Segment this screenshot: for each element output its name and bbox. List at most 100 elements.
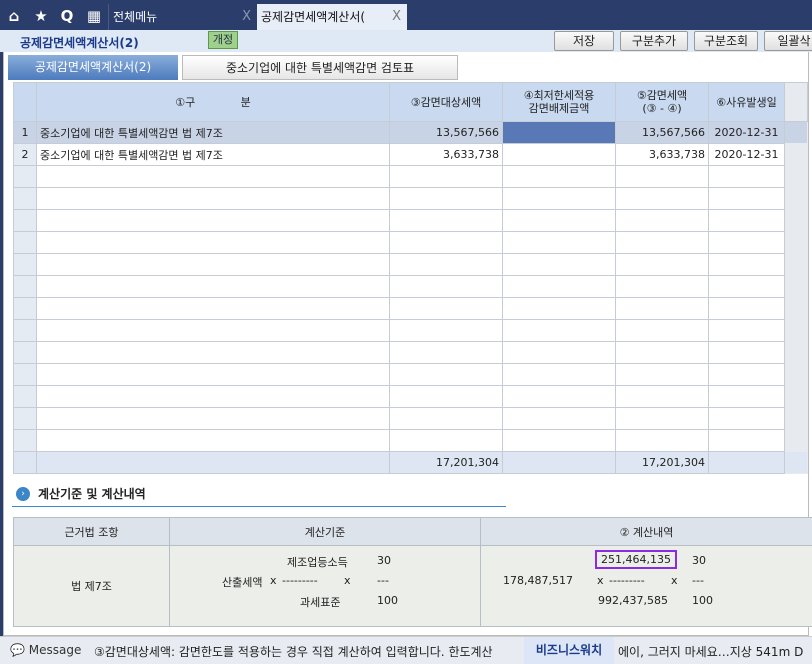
cell-target[interactable] [389,253,503,276]
cell-date[interactable] [708,231,785,254]
cell-category[interactable] [36,407,390,430]
cell-excluded[interactable] [502,187,616,210]
cell-rownum[interactable] [13,385,37,408]
cell-category[interactable] [36,187,390,210]
cell-rownum[interactable] [13,407,37,430]
detail-numerator[interactable]: 251,464,135 [595,550,677,569]
cell-rownum[interactable]: 2 [13,143,37,166]
cell-reduction[interactable] [615,209,709,232]
table-row[interactable] [13,187,808,210]
cell-excluded[interactable] [502,319,616,342]
cell-rownum[interactable] [13,297,37,320]
cell-excluded[interactable] [502,253,616,276]
close-icon[interactable]: X [392,4,401,30]
add-category-button[interactable]: 구분추가 [620,31,688,51]
cell-date[interactable]: 2020-12-31 [708,121,785,144]
table-row[interactable] [13,231,808,254]
table-row[interactable] [13,275,808,298]
cell-rownum[interactable] [13,341,37,364]
cell-reduction[interactable] [615,385,709,408]
cell-reduction[interactable] [615,319,709,342]
cell-date[interactable] [708,341,785,364]
cell-excluded[interactable] [502,297,616,320]
cell-date[interactable] [708,187,785,210]
cell-target[interactable] [389,231,503,254]
cell-date[interactable] [708,407,785,430]
star-icon[interactable]: ★ [31,6,51,26]
cell-date[interactable]: 2020-12-31 [708,143,785,166]
tab-sme-review[interactable]: 중소기업에 대한 특별세액감면 검토표 [182,55,458,80]
table-row[interactable] [13,407,808,430]
cell-excluded[interactable] [502,209,616,232]
cell-date[interactable] [708,363,785,386]
cell-target[interactable] [389,363,503,386]
cell-rownum[interactable] [13,165,37,188]
cell-rownum[interactable]: 1 [13,121,37,144]
cell-category[interactable] [36,319,390,342]
cell-reduction[interactable] [615,253,709,276]
cell-category[interactable]: 중소기업에 대한 특별세액감면 법 제7조 [36,143,390,166]
message-button[interactable]: 💬 Message [10,643,81,657]
cell-target[interactable] [389,297,503,320]
cell-category[interactable] [36,209,390,232]
cell-target[interactable]: 13,567,566 [389,121,503,144]
tab-deduction-statement[interactable]: 공제감면세액계산서(2) [8,55,178,80]
cell-rownum[interactable] [13,429,37,452]
table-row[interactable] [13,429,808,452]
cell-category[interactable] [36,297,390,320]
cell-date[interactable] [708,209,785,232]
cell-date[interactable] [708,319,785,342]
cell-target[interactable] [389,429,503,452]
table-row[interactable] [13,363,808,386]
table-row[interactable] [13,341,808,364]
cell-category[interactable] [36,363,390,386]
cell-excluded[interactable] [502,385,616,408]
cell-target[interactable] [389,275,503,298]
cell-rownum[interactable] [13,231,37,254]
cell-target[interactable] [389,385,503,408]
cell-excluded[interactable] [502,363,616,386]
cell-rownum[interactable] [13,187,37,210]
cell-rownum[interactable] [13,319,37,342]
table-row[interactable] [13,385,808,408]
close-icon[interactable]: X [242,4,251,30]
home-icon[interactable]: ⌂ [4,6,24,26]
cell-target[interactable] [389,165,503,188]
cell-excluded[interactable] [502,165,616,188]
table-row[interactable] [13,297,808,320]
cell-date[interactable] [708,275,785,298]
business-watch-label[interactable]: 비즈니스워치 [524,637,614,664]
cell-reduction[interactable] [615,407,709,430]
cell-reduction[interactable] [615,231,709,254]
cell-excluded[interactable] [502,143,616,166]
cell-reduction[interactable] [615,275,709,298]
table-row[interactable] [13,253,808,276]
cell-date[interactable] [708,165,785,188]
table-row[interactable]: 1 중소기업에 대한 특별세액감면 법 제7조 13,567,566 13,567,5… [13,121,808,144]
cell-target[interactable] [389,187,503,210]
cell-rownum[interactable] [13,253,37,276]
cell-reduction[interactable] [615,297,709,320]
search-icon[interactable]: Q [57,6,77,26]
cell-target[interactable] [389,407,503,430]
delete-all-button[interactable]: 일괄삭 [764,31,812,51]
cell-rownum[interactable] [13,363,37,386]
news-ticker[interactable]: 에이, 그러지 마세요…지상 541m D [618,643,803,660]
table-row[interactable] [13,165,808,188]
table-row[interactable] [13,319,808,342]
cell-target[interactable] [389,341,503,364]
cell-category[interactable] [36,275,390,298]
save-button[interactable]: 저장 [554,31,614,51]
cell-reduction[interactable] [615,363,709,386]
cell-excluded[interactable] [502,121,616,144]
cell-category[interactable] [36,231,390,254]
cell-rownum[interactable] [13,209,37,232]
cell-category[interactable] [36,429,390,452]
cell-reduction[interactable] [615,187,709,210]
cell-date[interactable] [708,385,785,408]
cell-reduction[interactable]: 3,633,738 [615,143,709,166]
table-row[interactable]: 2 중소기업에 대한 특별세액감면 법 제7조 3,633,738 3,633,738… [13,143,808,166]
cell-excluded[interactable] [502,231,616,254]
tab-active[interactable]: 공제감면세액계산서(X [257,4,407,30]
view-category-button[interactable]: 구분조회 [694,31,758,51]
